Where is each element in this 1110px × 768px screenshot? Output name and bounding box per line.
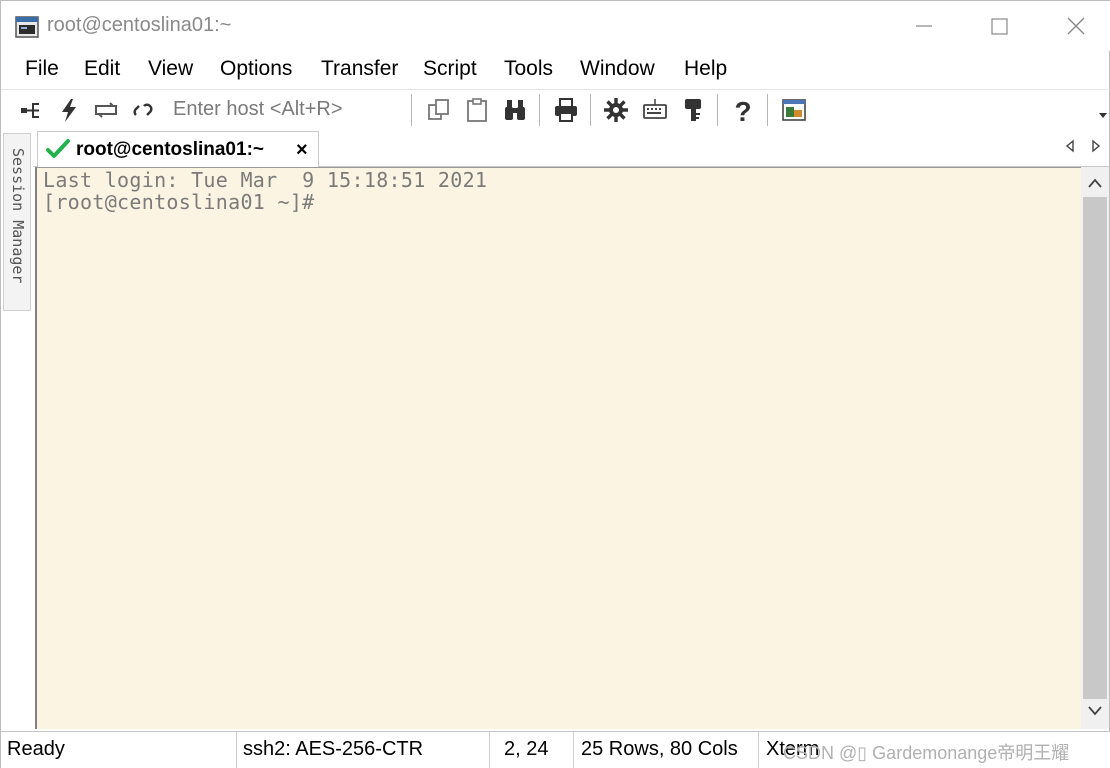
tab-strip: root@centoslina01:~ × — [33, 129, 1110, 167]
menu-tools[interactable]: Tools — [504, 57, 553, 81]
connect-icon[interactable] — [17, 96, 45, 124]
tab-scroll-right-icon[interactable] — [1090, 139, 1102, 153]
disconnect-icon[interactable] — [129, 96, 157, 124]
terminal-prompt-line: [root@centoslina01 ~]# — [43, 190, 315, 214]
minimize-icon[interactable] — [904, 11, 944, 41]
menu-bar: File Edit View Options Transfer Script T… — [1, 53, 1110, 87]
session-manager-label: Session Manager — [9, 148, 27, 284]
paste-icon[interactable] — [463, 96, 491, 124]
menu-help[interactable]: Help — [684, 57, 727, 81]
title-bar[interactable]: root@centoslina01:~ — [1, 1, 1110, 51]
menu-window[interactable]: Window — [580, 57, 655, 81]
session-panel-edge — [1, 311, 31, 731]
status-divider — [236, 732, 237, 768]
window-title: root@centoslina01:~ — [47, 14, 232, 36]
terminal-scrollbar[interactable] — [1081, 167, 1109, 729]
status-divider — [573, 732, 574, 768]
scroll-thumb[interactable] — [1083, 197, 1107, 699]
status-terminal-size: 25 Rows, 80 Cols — [581, 738, 738, 760]
scroll-down-icon[interactable] — [1087, 705, 1103, 717]
help-icon[interactable]: ? — [729, 96, 757, 124]
maximize-icon[interactable] — [979, 11, 1019, 41]
print-icon[interactable] — [552, 96, 580, 124]
tab-scroll-left-icon[interactable] — [1064, 139, 1076, 153]
securecrt-app-icon — [15, 16, 39, 38]
terminal-view[interactable]: Last login: Tue Mar 9 15:18:51 2021 [roo… — [35, 167, 1081, 729]
toolbar-separator — [590, 94, 591, 126]
find-icon[interactable] — [501, 96, 529, 124]
session-manager-tab[interactable]: Session Manager — [3, 133, 31, 311]
connected-check-icon — [46, 139, 70, 158]
status-bar: Ready ssh2: AES-256-CTR 2, 24 25 Rows, 8… — [1, 731, 1110, 768]
close-icon[interactable] — [1056, 11, 1096, 41]
toolbar-separator — [411, 94, 412, 126]
menu-edit[interactable]: Edit — [84, 57, 120, 81]
status-cursor-position: 2, 24 — [504, 738, 549, 760]
tab-close-button[interactable]: × — [296, 139, 308, 162]
tab-session[interactable]: root@centoslina01:~ × — [37, 131, 319, 167]
status-divider — [489, 732, 490, 768]
menu-file[interactable]: File — [25, 57, 59, 81]
toolbar: ? — [1, 89, 1110, 129]
menu-options[interactable]: Options — [220, 57, 292, 81]
status-ready: Ready — [7, 738, 65, 760]
toolbar-separator — [539, 94, 540, 126]
scroll-up-icon[interactable] — [1087, 177, 1103, 189]
toolbar-overflow-icon[interactable] — [1098, 110, 1108, 120]
quick-connect-icon[interactable] — [55, 96, 83, 124]
menu-transfer[interactable]: Transfer — [321, 57, 398, 81]
status-divider — [758, 732, 759, 768]
keymap-icon[interactable] — [641, 96, 669, 124]
svg-text:?: ? — [734, 96, 751, 124]
settings-icon[interactable] — [602, 96, 630, 124]
app-window: root@centoslina01:~ File Edit View Optio… — [0, 0, 1110, 768]
toolbar-separator — [767, 94, 768, 126]
reconnect-icon[interactable] — [92, 96, 120, 124]
tab-label: root@centoslina01:~ — [76, 139, 264, 160]
terminal-line: Last login: Tue Mar 9 15:18:51 2021 — [43, 168, 488, 192]
menu-view[interactable]: View — [148, 57, 193, 81]
sftp-icon[interactable] — [780, 96, 808, 124]
toolbar-separator — [717, 94, 718, 126]
key-icon[interactable] — [679, 96, 707, 124]
status-cipher: ssh2: AES-256-CTR — [243, 738, 424, 760]
csdn-watermark: CSDN @▯ Gardemonange帝明王耀 — [783, 743, 1070, 763]
copy-icon[interactable] — [425, 96, 453, 124]
menu-script[interactable]: Script — [423, 57, 477, 81]
host-input[interactable] — [167, 93, 399, 125]
